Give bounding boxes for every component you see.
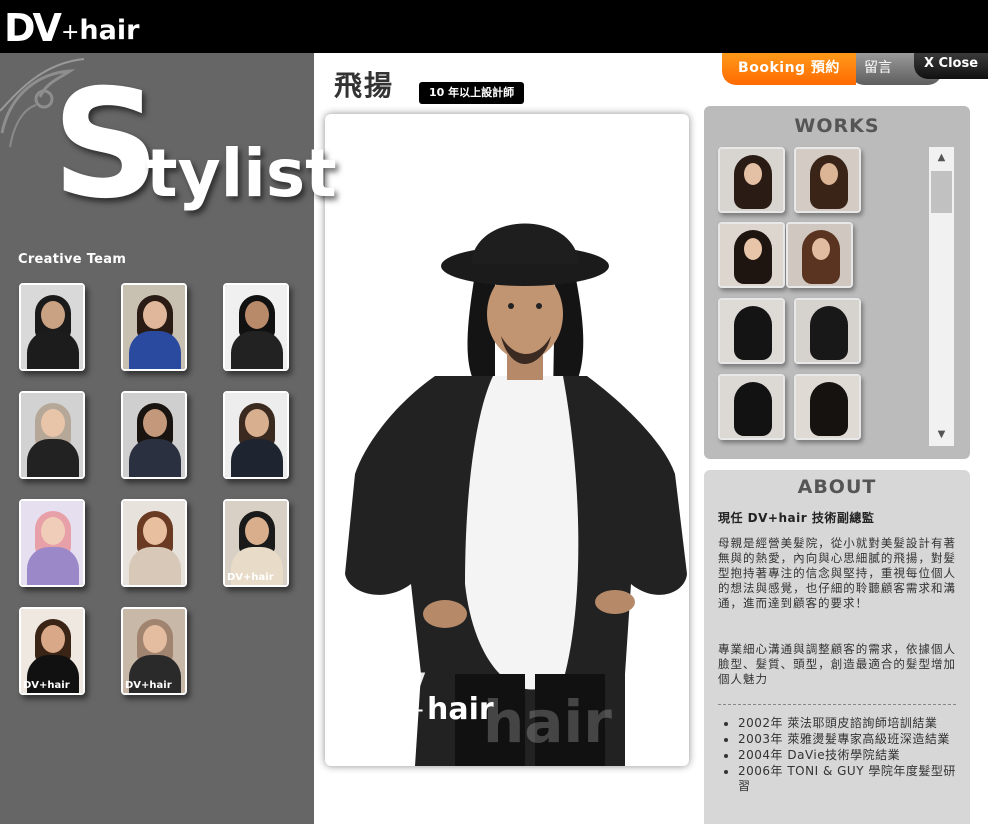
about-paragraph-1: 母親是經營美髮院，從小就對美髮設計有著無與的熱愛，內向與心思細膩的飛揚，對髮型抱… xyxy=(718,536,956,610)
work-thumbnail[interactable] xyxy=(794,298,861,364)
timeline-item: 2006年 TONI & GUY 學院年度髮型研習 xyxy=(738,764,958,794)
stylist-thumbnail[interactable] xyxy=(19,391,85,479)
scroll-up-arrow-icon[interactable]: ▲ xyxy=(929,151,954,165)
booking-button[interactable]: Booking 預約 xyxy=(722,53,856,85)
work-hair xyxy=(810,382,848,436)
thumbnail-face xyxy=(245,517,269,545)
work-thumbnail[interactable] xyxy=(794,147,861,213)
timeline-item: 2004年 DaVie技術學院結業 xyxy=(738,748,958,763)
thumbnail-body xyxy=(129,439,181,477)
work-hair xyxy=(810,306,848,360)
thumbnail-body xyxy=(27,331,79,369)
scroll-down-arrow-icon[interactable]: ▼ xyxy=(929,428,954,442)
stylist-thumbnail[interactable] xyxy=(223,283,289,371)
experience-badge: 10 年以上設計師 xyxy=(419,82,525,104)
work-thumbnail[interactable] xyxy=(718,374,785,440)
thumbnail-body xyxy=(231,439,283,477)
thumbnail-face xyxy=(143,409,167,437)
stylist-thumbnail[interactable] xyxy=(223,391,289,479)
current-role: 現任 DV+hair 技術副總監 xyxy=(718,511,875,525)
thumbnail-watermark: DV+hair xyxy=(125,680,172,691)
photo-watermark-plus: + xyxy=(405,696,426,724)
thumbnail-body xyxy=(231,331,283,369)
logo-dv: DV xyxy=(4,6,62,50)
stylist-thumbnail[interactable]: DV+hair xyxy=(223,499,289,587)
work-hair xyxy=(734,382,772,436)
work-thumbnail[interactable] xyxy=(718,298,785,364)
logo-plus: + xyxy=(60,20,80,45)
thumbnail-face xyxy=(41,517,65,545)
thumbnail-face xyxy=(143,301,167,329)
stylist-thumbnail[interactable] xyxy=(121,283,187,371)
stylist-thumbnail[interactable]: DV+hair xyxy=(19,607,85,695)
work-face xyxy=(820,163,838,185)
page-heading-stylist: Stylist xyxy=(52,70,337,220)
work-hair xyxy=(734,306,772,360)
stylist-thumbnail[interactable] xyxy=(19,499,85,587)
work-thumbnail[interactable] xyxy=(718,147,785,213)
thumbnail-face xyxy=(41,625,65,653)
stylist-thumbnail[interactable]: DV+hair xyxy=(121,607,187,695)
photo-watermark-hair: hair xyxy=(427,692,494,727)
top-bar: DV + hair xyxy=(0,0,988,53)
works-scrollbar[interactable]: ▲ ▼ xyxy=(929,147,954,446)
about-paragraph-2: 專業細心溝通與調整顧客的需求，依據個人臉型、髮質、頭型，創造最適合的髮型增加個人… xyxy=(718,642,956,686)
about-title: ABOUT xyxy=(797,476,877,498)
thumbnail-body xyxy=(27,547,79,585)
logo-hair: hair xyxy=(79,15,140,46)
timeline-item: 2003年 萊雅燙髮專家高級班深造結業 xyxy=(738,732,958,747)
thumbnail-body xyxy=(129,331,181,369)
work-face xyxy=(744,238,762,260)
heading-initial: S xyxy=(52,58,160,232)
thumbnail-face xyxy=(41,301,65,329)
thumbnail-face xyxy=(143,625,167,653)
photo-watermark-ghost: hair xyxy=(483,688,612,756)
stylist-thumbnail[interactable] xyxy=(121,391,187,479)
creative-team-label: Creative Team xyxy=(18,252,127,267)
close-button[interactable]: X Close xyxy=(914,53,988,79)
brand-logo[interactable]: DV + hair xyxy=(4,6,139,48)
works-title: WORKS xyxy=(794,115,880,137)
work-face xyxy=(812,238,830,260)
thumbnail-face xyxy=(41,409,65,437)
thumbnail-body xyxy=(27,439,79,477)
timeline-item: 2002年 萊法耶頭皮諮詢師培訓結業 xyxy=(738,716,958,731)
thumbnail-face xyxy=(245,409,269,437)
stylist-name: 飛揚 xyxy=(334,69,395,102)
career-timeline: 2002年 萊法耶頭皮諮詢師培訓結業 2003年 萊雅燙髮專家高級班深造結業 2… xyxy=(738,716,958,795)
work-face xyxy=(744,163,762,185)
stylist-thumbnail[interactable] xyxy=(19,283,85,371)
stylist-thumbnail[interactable] xyxy=(121,499,187,587)
thumbnail-watermark: DV+hair xyxy=(23,680,70,691)
scroll-thumb[interactable] xyxy=(931,171,952,213)
thumbnail-face xyxy=(245,301,269,329)
work-thumbnail[interactable] xyxy=(794,374,861,440)
thumbnail-face xyxy=(143,517,167,545)
heading-rest: tylist xyxy=(146,135,337,212)
stylist-portrait: hair DV + hair xyxy=(325,114,689,766)
work-thumbnail[interactable] xyxy=(786,222,853,288)
about-divider xyxy=(718,704,956,705)
thumbnail-body xyxy=(129,547,181,585)
work-thumbnail[interactable] xyxy=(718,222,785,288)
about-panel: ABOUT 現任 DV+hair 技術副總監 母親是經營美髮院，從小就對美髮設計… xyxy=(704,470,970,824)
thumbnail-watermark: DV+hair xyxy=(227,572,274,583)
